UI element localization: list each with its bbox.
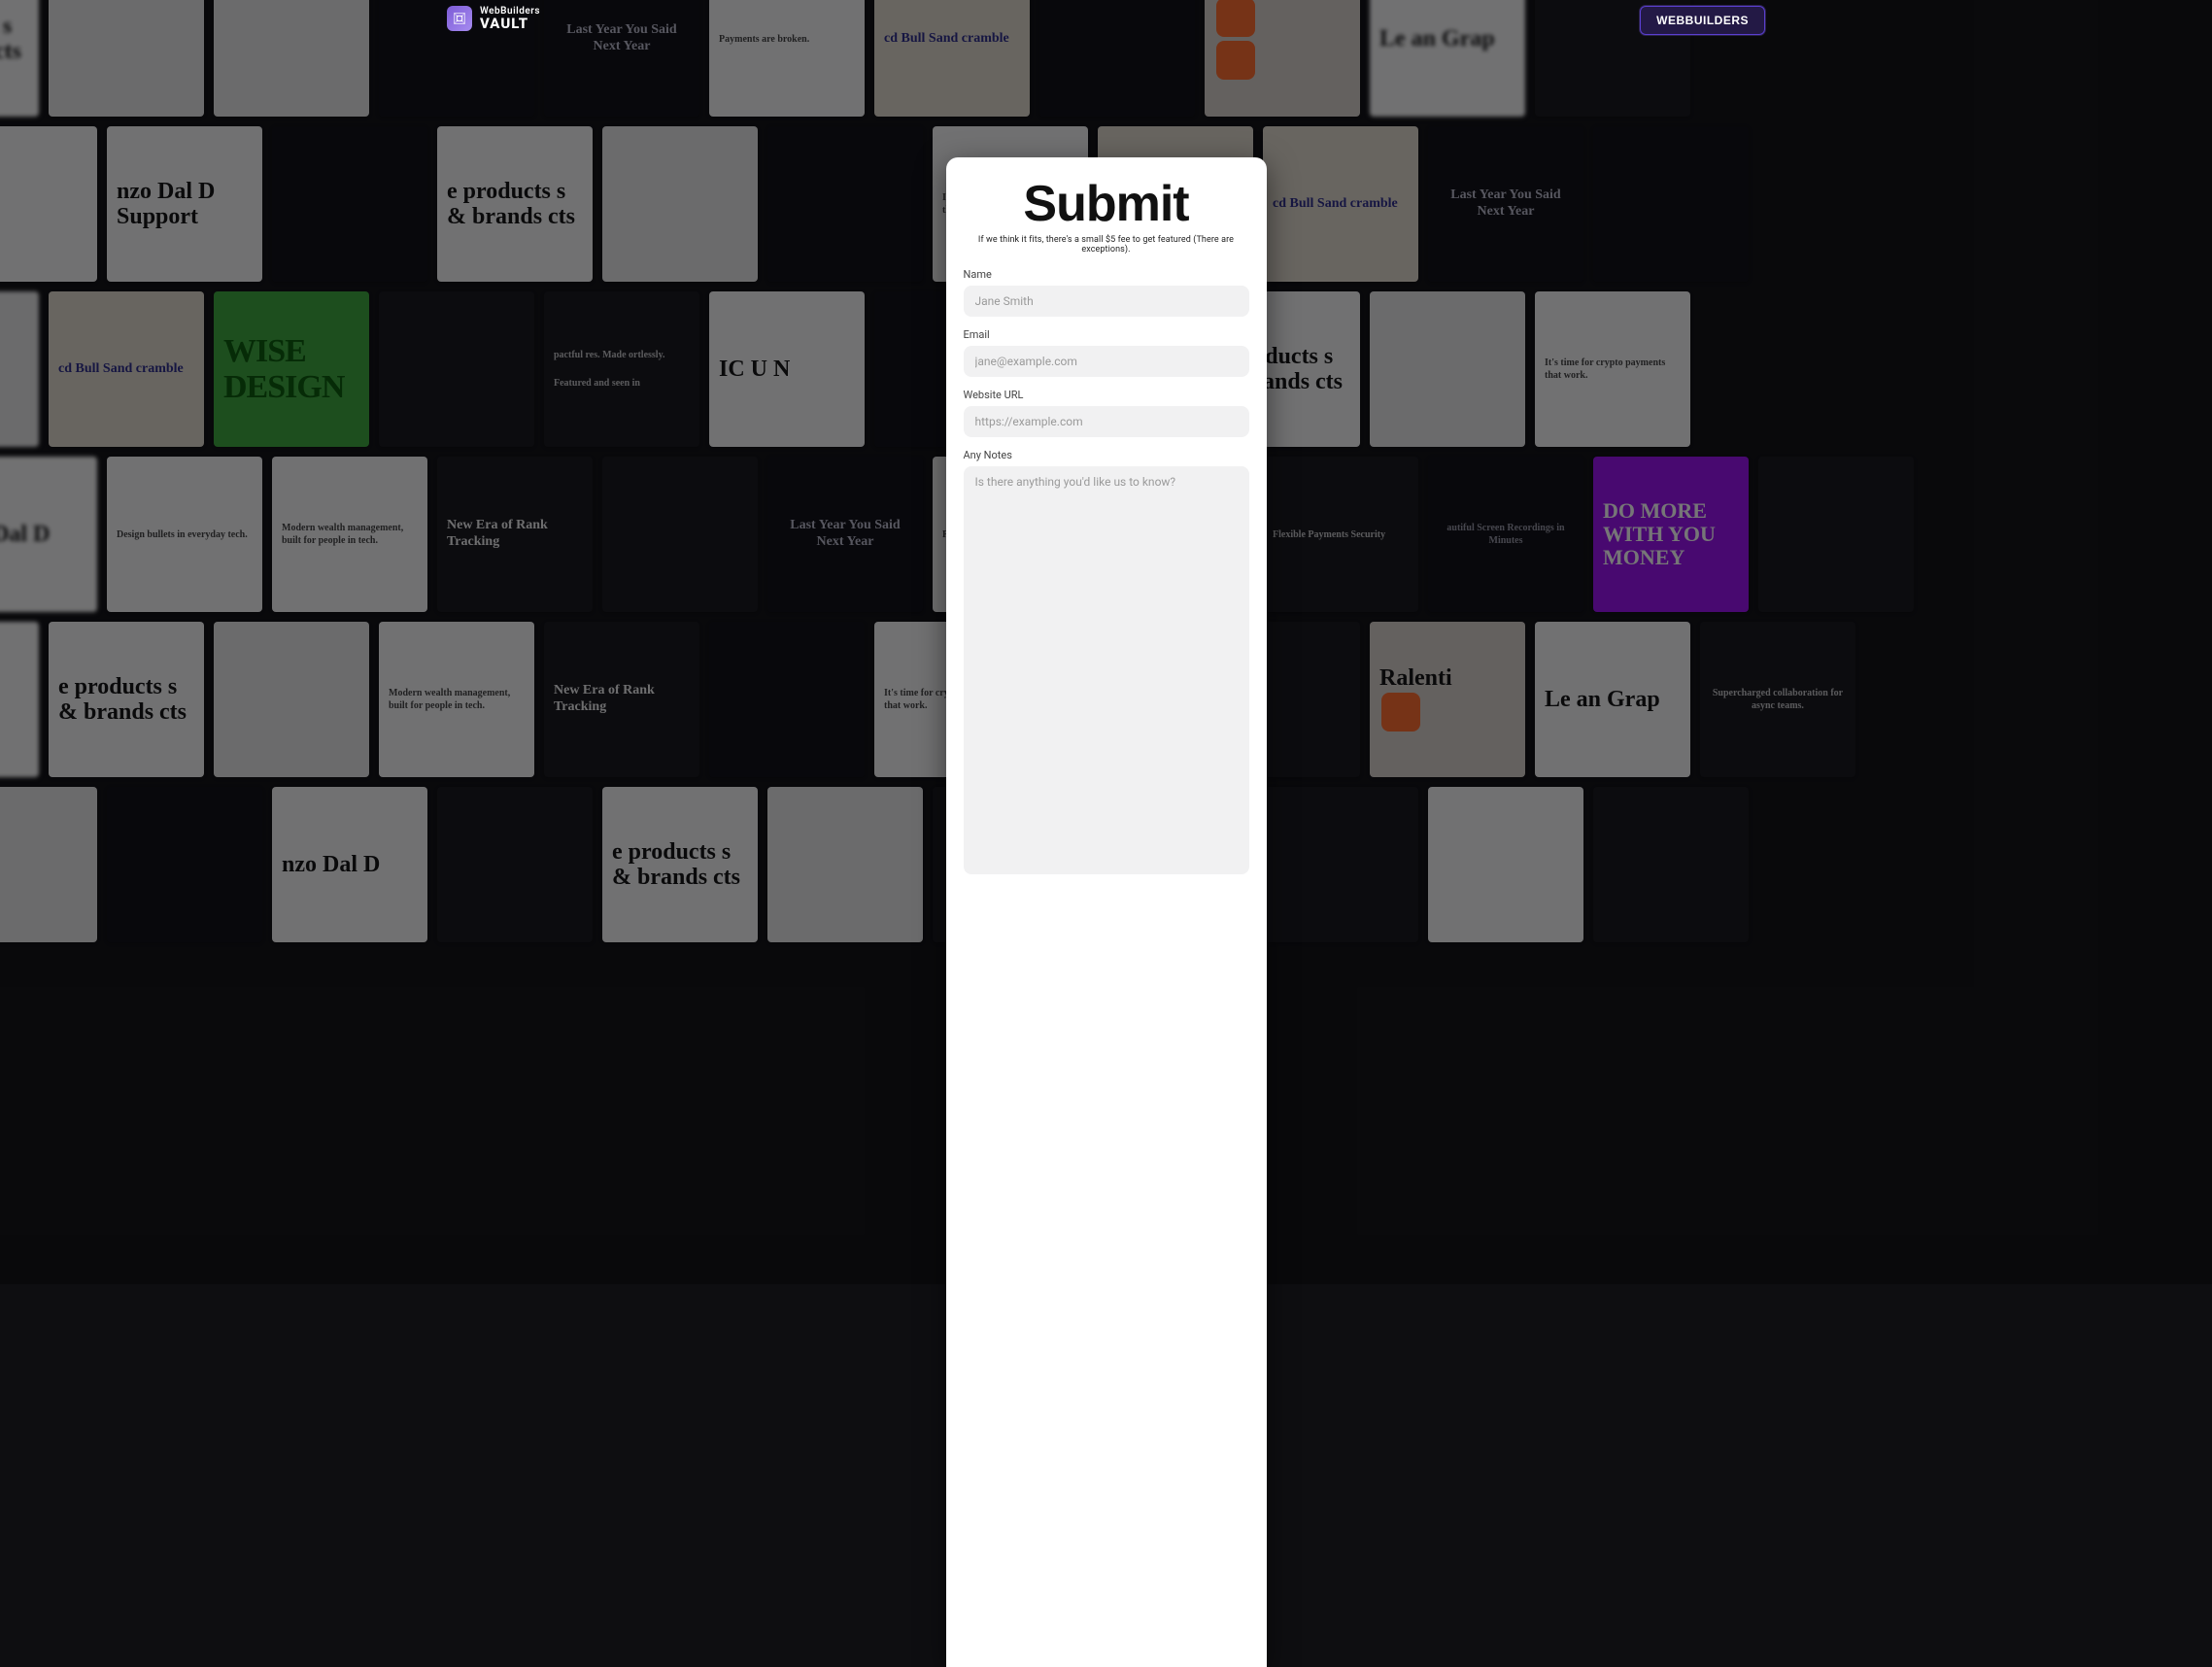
page-header: WebBuilders VAULT WEBBUILDERS bbox=[0, 0, 2212, 54]
card-subtitle: If we think it fits, there's a small $5 … bbox=[964, 235, 1249, 255]
webbuilders-button[interactable]: WEBBUILDERS bbox=[1640, 6, 1765, 35]
website-label: Website URL bbox=[964, 389, 1249, 401]
card-title: Submit bbox=[964, 175, 1249, 233]
field-email: Email bbox=[964, 328, 1249, 377]
notes-textarea[interactable] bbox=[964, 466, 1249, 874]
name-input[interactable] bbox=[964, 286, 1249, 317]
vault-icon bbox=[447, 6, 472, 31]
brand-logo[interactable]: WebBuilders VAULT bbox=[447, 6, 540, 31]
brand-bottom-line: VAULT bbox=[480, 17, 540, 31]
field-website: Website URL bbox=[964, 389, 1249, 437]
field-name: Name bbox=[964, 268, 1249, 317]
field-notes: Any Notes bbox=[964, 449, 1249, 878]
submit-card: Submit If we think it fits, there's a sm… bbox=[946, 157, 1267, 1667]
name-label: Name bbox=[964, 268, 1249, 281]
email-input[interactable] bbox=[964, 346, 1249, 377]
email-label: Email bbox=[964, 328, 1249, 341]
notes-label: Any Notes bbox=[964, 449, 1249, 461]
website-input[interactable] bbox=[964, 406, 1249, 437]
